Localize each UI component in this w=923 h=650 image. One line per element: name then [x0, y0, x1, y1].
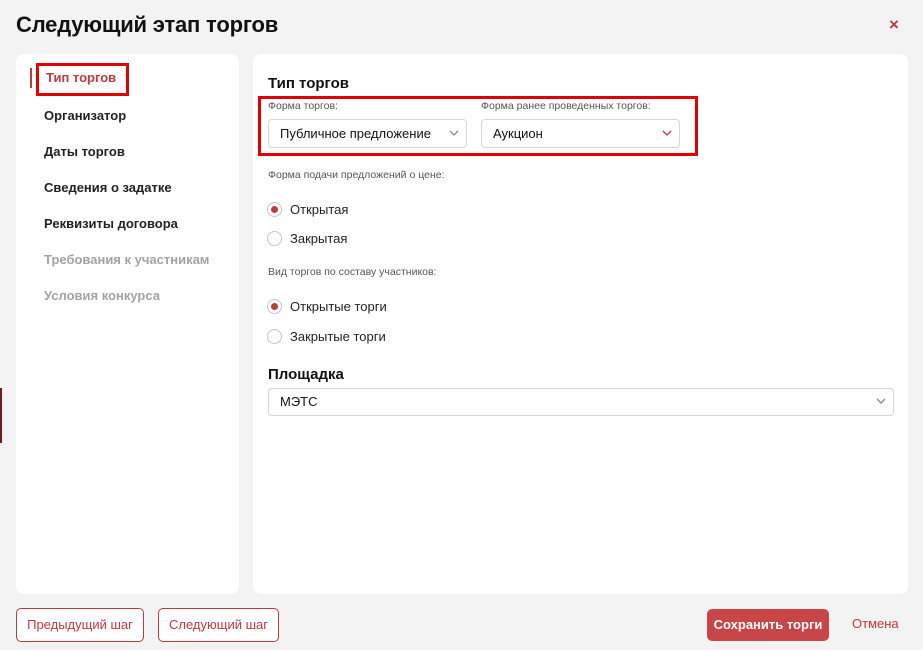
sidebar-item-trade-dates[interactable]: Даты торгов	[44, 144, 125, 159]
previous-step-button[interactable]: Предыдущий шаг	[16, 608, 144, 642]
sidebar-item-deposit-info[interactable]: Сведения о задатке	[44, 180, 172, 195]
modal-title: Следующий этап торгов	[16, 12, 279, 37]
trade-type-section-title: Тип торгов	[268, 75, 349, 92]
next-stage-modal: Следующий этап торгов × Тип торгов Орган…	[0, 0, 923, 650]
trade-form-value: Публичное предложение	[280, 126, 431, 141]
previous-trade-form-select[interactable]: Аукцион	[481, 119, 680, 148]
chevron-down-icon	[876, 398, 886, 404]
participants-type-label: Вид торгов по составу участников:	[268, 266, 437, 278]
active-step-indicator	[30, 68, 32, 88]
platform-section-title: Площадка	[268, 366, 344, 383]
sidebar-item-contest-conditions: Условия конкурса	[44, 288, 160, 303]
participants-closed-label: Закрытые торги	[290, 328, 386, 344]
previous-trade-form-value: Аукцион	[493, 126, 543, 141]
price-offer-open-radio[interactable]: Открытая	[267, 200, 348, 218]
platform-select[interactable]: МЭТС	[268, 388, 894, 416]
main-content-panel: Тип торгов Форма торгов: Публичное предл…	[253, 54, 908, 594]
next-step-button[interactable]: Следующий шаг	[158, 608, 279, 642]
trade-form-select[interactable]: Публичное предложение	[268, 119, 467, 148]
radio-unchecked-icon	[267, 230, 282, 246]
radio-checked-icon	[267, 201, 282, 217]
sidebar-item-contract-details[interactable]: Реквизиты договора	[44, 216, 178, 231]
price-offer-closed-label: Закрытая	[290, 230, 348, 246]
chevron-down-icon	[662, 130, 672, 136]
platform-value: МЭТС	[280, 394, 318, 409]
participants-open-label: Открытые торги	[290, 298, 387, 314]
price-offer-open-label: Открытая	[290, 201, 349, 217]
cancel-button[interactable]: Отмена	[852, 616, 899, 631]
background-edge	[0, 388, 2, 443]
radio-checked-icon	[267, 298, 282, 314]
sidebar-item-organizer[interactable]: Организатор	[44, 108, 126, 123]
price-offer-form-label: Форма подачи предложений о цене:	[268, 169, 445, 181]
previous-trade-form-label: Форма ранее проведенных торгов:	[481, 100, 651, 112]
steps-sidebar: Тип торгов Организатор Даты торгов Сведе…	[16, 54, 239, 594]
close-icon[interactable]: ×	[887, 16, 901, 34]
price-offer-closed-radio[interactable]: Закрытая	[267, 229, 347, 247]
sidebar-item-participant-requirements: Требования к участникам	[44, 252, 210, 267]
chevron-down-icon	[449, 130, 459, 136]
participants-closed-radio[interactable]: Закрытые торги	[267, 327, 386, 345]
save-trade-button[interactable]: Сохранить торги	[707, 609, 829, 641]
trade-form-label: Форма торгов:	[268, 100, 338, 112]
radio-unchecked-icon	[267, 328, 282, 344]
participants-open-radio[interactable]: Открытые торги	[267, 297, 387, 315]
sidebar-item-trade-type[interactable]: Тип торгов	[46, 70, 116, 85]
